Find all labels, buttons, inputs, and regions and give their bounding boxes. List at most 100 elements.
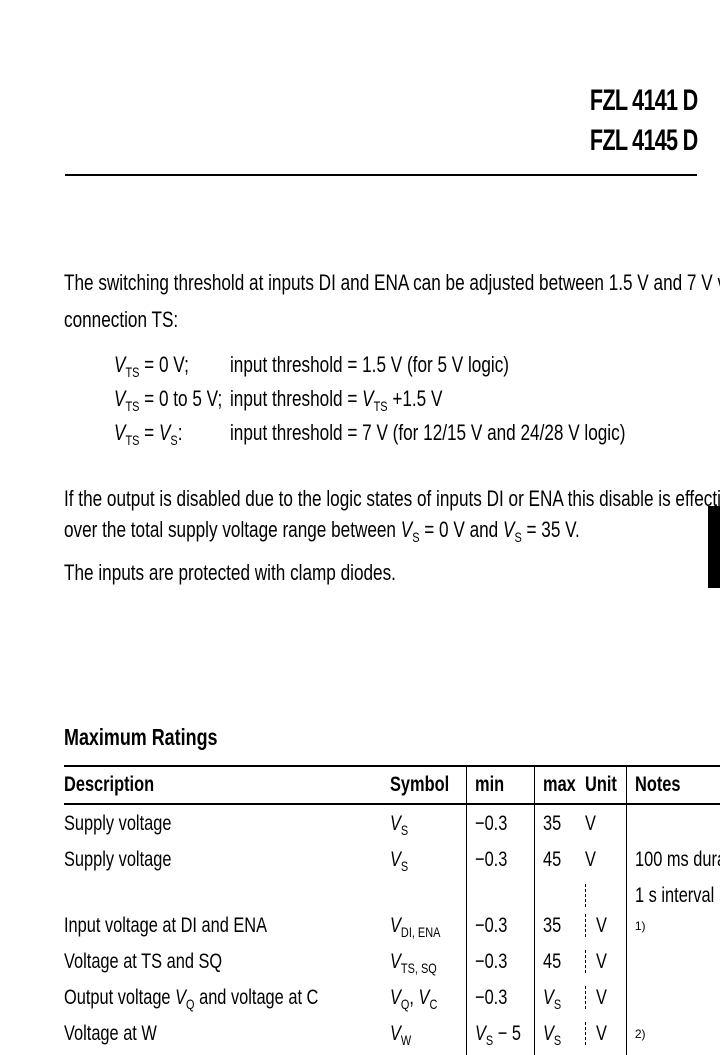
- cell-unit: V: [585, 911, 626, 947]
- cell-symbol: VTS, SQ: [390, 950, 437, 976]
- table-row: Voltage at TS and SQ VTS, SQ −0.3 45 V: [64, 947, 720, 983]
- table-row-continuation: 1 s interval: [64, 881, 720, 911]
- subscript: S: [170, 432, 178, 448]
- condition-lhs-rest: = 0 V;: [139, 352, 189, 377]
- cell-symbol: VDI, ENA: [390, 914, 441, 940]
- cell-symbol: VW: [390, 1022, 412, 1048]
- subscript: TS: [125, 432, 140, 448]
- lhs-rest: :: [177, 420, 183, 445]
- header-rule: [65, 174, 697, 176]
- cell-description: Supply voltage: [64, 812, 172, 835]
- cell-description: Voltage at TS and SQ: [64, 950, 223, 973]
- cell-notes: [625, 983, 720, 1019]
- disable-text-1: If the output is disabled due to the log…: [64, 486, 720, 511]
- cell-notes: [625, 804, 720, 845]
- table-row: Supply voltage VS −0.3 35 V: [64, 804, 720, 845]
- part-number-title-1: FZL 4141 D: [590, 84, 698, 117]
- footnote-ref: 1): [634, 919, 646, 933]
- cell-description: Voltage at W: [64, 1022, 157, 1045]
- cell-min: −0.3: [465, 947, 535, 983]
- text: over the total supply voltage range betw…: [64, 517, 401, 542]
- subscript: S: [412, 529, 420, 545]
- condition-rhs: input threshold = 7 V (for 12/15 V and 2…: [230, 420, 625, 446]
- maximum-ratings-title: Maximum Ratings: [64, 724, 261, 751]
- ratings-title-text: Maximum Ratings: [64, 724, 218, 750]
- disable-text-2: over the total supply voltage range betw…: [64, 517, 580, 550]
- cell-unit: V: [585, 983, 626, 1019]
- cell-max: [533, 881, 585, 911]
- part-number-title-2: FZL 4145 D: [590, 124, 698, 157]
- table-row: Voltage at W VW VS − 5 VS V 2): [64, 1019, 720, 1055]
- cell-max: VS: [533, 983, 585, 1019]
- column-header-notes: Notes: [625, 765, 720, 805]
- condition-lhs: VTS = 0 V;: [114, 352, 189, 385]
- cell-unit: V: [585, 848, 596, 871]
- cell-unit: [585, 881, 626, 911]
- var: V: [502, 517, 515, 542]
- lhs-rest: =: [139, 420, 159, 445]
- cell-symbol: VS: [390, 812, 409, 838]
- column-header-unit: Unit: [585, 765, 627, 805]
- cell-symbol: VQ, VC: [390, 986, 438, 1012]
- subscript: TS: [125, 364, 140, 380]
- cell-notes: 1 s interval: [625, 881, 720, 911]
- cell-notes: 2): [625, 1019, 720, 1055]
- condition-lhs: VTS = VS:: [114, 420, 182, 453]
- cell-notes: 1): [625, 911, 720, 947]
- cell-max: 45: [533, 845, 585, 881]
- condition-rhs-text: input threshold = 7 V (for 12/15 V and 2…: [230, 420, 626, 445]
- var: V: [114, 352, 126, 377]
- cell-min: −0.3: [465, 983, 535, 1019]
- disable-paragraph-line-1: If the output is disabled due to the log…: [64, 486, 720, 512]
- condition-rhs: input threshold = 1.5 V (for 5 V logic): [230, 352, 509, 378]
- cell-symbol: VS: [390, 848, 409, 874]
- var: V: [400, 517, 413, 542]
- intro-paragraph-line-1: The switching threshold at inputs DI and…: [64, 270, 720, 296]
- rhs-post: +1.5 V: [387, 386, 443, 411]
- table-row: Input voltage at DI and ENA VDI, ENA −0.…: [64, 911, 720, 947]
- text: = 0 V and: [419, 517, 503, 542]
- threshold-condition-3: VTS = VS: input threshold = 7 V (for 12/…: [114, 420, 674, 453]
- cell-min: −0.3: [465, 845, 535, 881]
- var: V: [114, 386, 126, 411]
- var: V: [158, 420, 171, 445]
- cell-max: VS: [533, 1019, 585, 1055]
- cell-description: Output voltage VQ and voltage at C: [64, 986, 319, 1012]
- disable-paragraph-line-2: over the total supply voltage range betw…: [64, 517, 720, 550]
- cell-min: [465, 881, 535, 911]
- cell-min: VS − 5: [465, 1019, 535, 1055]
- table-row: Supply voltage VS −0.3 45 V 100 ms durat…: [64, 845, 720, 881]
- condition-rhs-text: input threshold = 1.5 V (for 5 V logic): [230, 352, 510, 377]
- cell-notes: [625, 947, 720, 983]
- intro-text-2: connection TS:: [64, 307, 179, 332]
- cell-description: Input voltage at DI and ENA: [64, 914, 268, 937]
- column-header-max: max: [533, 765, 585, 805]
- protection-text: The inputs are protected with clamp diod…: [64, 560, 396, 585]
- cell-max: 35: [533, 804, 585, 845]
- subscript: TS: [373, 398, 388, 414]
- cell-unit: V: [585, 812, 596, 835]
- subscript: S: [514, 529, 522, 545]
- var: V: [114, 420, 126, 445]
- var: V: [362, 386, 374, 411]
- cell-min: −0.3: [465, 911, 535, 947]
- threshold-condition-1: VTS = 0 V; input threshold = 1.5 V (for …: [114, 352, 674, 385]
- cell-min: −0.3: [465, 804, 535, 845]
- column-header-min: min: [465, 765, 535, 805]
- subscript: TS: [125, 398, 140, 414]
- text: = 35 V.: [521, 517, 580, 542]
- cell-notes: 100 ms duration,: [625, 845, 720, 881]
- cell-max: 45: [533, 947, 585, 983]
- section-tab-marker: [708, 506, 720, 588]
- footnote-ref: 2): [634, 1027, 646, 1041]
- protection-note: The inputs are protected with clamp diod…: [64, 560, 490, 586]
- cell-unit: V: [585, 1019, 626, 1055]
- condition-rhs: input threshold = VTS +1.5 V: [230, 386, 442, 419]
- threshold-condition-2: VTS = 0 to 5 V; input threshold = VTS +1…: [114, 386, 674, 419]
- intro-text-1: The switching threshold at inputs DI and…: [64, 270, 720, 295]
- cell-description: [64, 881, 390, 911]
- cell-symbol: [390, 881, 466, 911]
- table-header-row: Description Symbol min max Unit Notes: [64, 765, 720, 805]
- cell-description: Supply voltage: [64, 848, 172, 871]
- condition-lhs: VTS = 0 to 5 V;: [114, 386, 222, 419]
